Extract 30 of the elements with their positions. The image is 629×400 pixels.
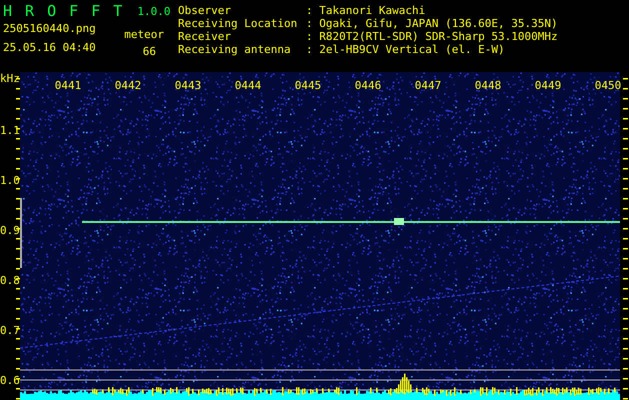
axis-label: 0442 — [114, 79, 142, 92]
info-value: : Takanori Kawachi — [306, 4, 426, 17]
info-label: Observer — [178, 4, 232, 17]
axis-label: 1.0 — [0, 174, 20, 187]
axis-label: 0441 — [54, 79, 82, 92]
count-label: meteor — [124, 28, 164, 41]
count-value: 66 — [142, 45, 157, 58]
info-label: Receiving Location — [178, 17, 298, 30]
info-label: Receiving antenna — [178, 43, 292, 56]
info-label: Receiver — [178, 30, 232, 43]
axis-label: 0447 — [414, 79, 442, 92]
axis-label: 0444 — [234, 79, 262, 92]
axis-unit: kHz — [0, 72, 20, 85]
axis-label: 0449 — [534, 79, 562, 92]
app-version: 1.0.0 — [137, 4, 170, 18]
axis-label: 0445 — [294, 79, 322, 92]
axis-label: 0.7 — [0, 324, 20, 337]
axis-label: 0450 — [594, 79, 622, 92]
axis-label: 0448 — [474, 79, 502, 92]
axis-label: 0.6 — [0, 374, 20, 387]
axis-label: 0.8 — [0, 274, 20, 287]
axis-label: 0443 — [174, 79, 202, 92]
app-name: H R O F F T — [3, 2, 124, 20]
info-value: : Ogaki, Gifu, JAPAN (136.60E, 35.35N) — [306, 17, 558, 30]
axis-label: 0446 — [354, 79, 382, 92]
info-value: : 2el-HB9CV Vertical (el. E-W) — [306, 43, 506, 56]
axis-label: 0.9 — [0, 224, 20, 237]
file-name: 2505160440.png — [3, 22, 96, 35]
info-value: : R820T2(RTL-SDR) SDR-Sharp 53.1000MHz — [306, 30, 558, 43]
date-time: 25.05.16 04:40 — [3, 41, 96, 54]
